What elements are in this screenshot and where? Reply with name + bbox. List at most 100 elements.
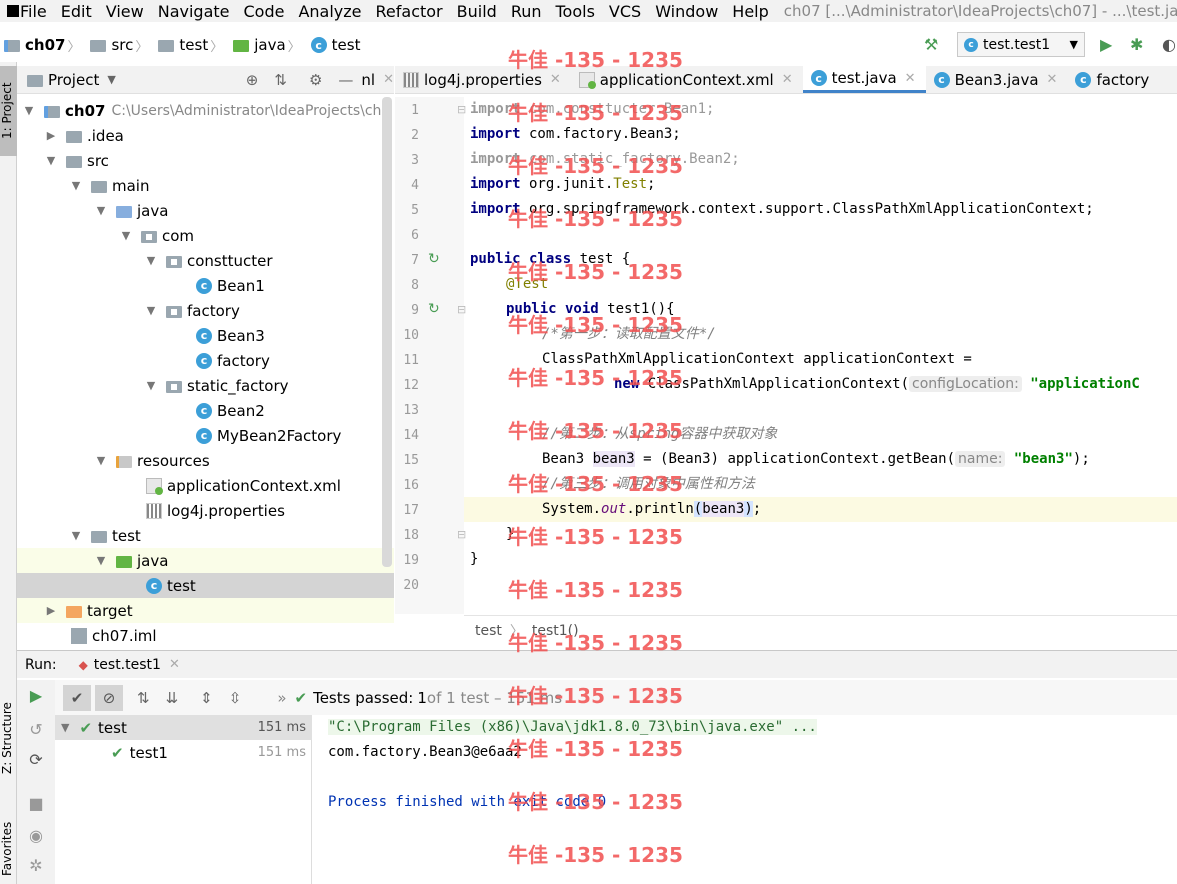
test-suite-row[interactable]: ▼ ✔ test 151 ms: [55, 715, 312, 740]
menu-code[interactable]: Code: [237, 2, 292, 21]
rerun-icon[interactable]: ▶: [25, 686, 47, 705]
stop-icon[interactable]: ■: [25, 794, 47, 813]
tree-node-factory-pkg[interactable]: ▼ factory: [17, 298, 394, 323]
module-folder-icon: [4, 40, 20, 52]
tree-scrollbar[interactable]: [382, 97, 392, 567]
menu-edit[interactable]: Edit: [54, 2, 99, 21]
excluded-folder-icon: [66, 605, 82, 618]
hide-icon[interactable]: —: [338, 71, 353, 89]
menu-file[interactable]: File: [13, 2, 54, 21]
close-icon[interactable]: ✕: [383, 72, 394, 87]
line-number: 6: [411, 228, 419, 243]
tree-node-main-java[interactable]: ▼ java: [17, 198, 394, 223]
folder-icon: [158, 40, 175, 52]
run-test-gutter-icon[interactable]: ↻: [428, 251, 440, 267]
menu-run[interactable]: Run: [504, 2, 549, 21]
editor-gutter[interactable]: 1 2 3 4 5 6 7 8 9 10 11 12 13 14 15 16 1…: [395, 97, 466, 614]
favorites-tool-tab[interactable]: Favorites: [0, 814, 17, 884]
project-view-selector[interactable]: Project: [48, 71, 99, 89]
locate-icon[interactable]: ⊕: [246, 71, 259, 89]
tree-node-mybean2factory[interactable]: c MyBean2Factory: [17, 423, 394, 448]
code-line-2: import com.factory.Bean3;: [470, 126, 681, 142]
more-icon[interactable]: »: [277, 689, 286, 707]
tab-applicationcontext-xml[interactable]: applicationContext.xml ✕: [571, 66, 803, 93]
collapse-all-icon[interactable]: ⇅: [274, 71, 287, 89]
menu-refactor[interactable]: Refactor: [369, 2, 450, 21]
gear-icon[interactable]: ⚙: [309, 71, 322, 89]
settings-icon[interactable]: ✲: [25, 856, 47, 875]
tree-node-test-class[interactable]: c test: [17, 573, 394, 598]
folder-icon: [66, 130, 82, 143]
tree-node-main[interactable]: ▼ main: [17, 173, 394, 198]
expand-all-icon[interactable]: ⇕: [200, 689, 213, 707]
tree-node-bean3[interactable]: c Bean3: [17, 323, 394, 348]
tree-node-static-factory[interactable]: ▼ static_factory: [17, 373, 394, 398]
build-hammer-icon[interactable]: ⚒: [924, 35, 938, 54]
tab-factory[interactable]: c factory: [1067, 66, 1159, 93]
sort-alphabetically-icon[interactable]: ⇅: [137, 689, 150, 707]
project-tool-tab[interactable]: 1: Project: [0, 66, 17, 156]
chevron-right-icon: ▶: [46, 129, 56, 142]
module-folder-icon: [44, 105, 60, 118]
structure-tool-tab[interactable]: Z: Structure: [0, 698, 17, 778]
tree-node-test[interactable]: ▼ test: [17, 523, 394, 548]
rerun-failed-icon[interactable]: ↺: [25, 720, 47, 739]
debug-icon[interactable]: ✱: [1130, 35, 1143, 54]
run-test-gutter-icon[interactable]: ↻: [428, 301, 440, 317]
coverage-icon[interactable]: ◐: [1162, 35, 1176, 54]
tree-node-iml[interactable]: ch07.iml: [17, 623, 394, 645]
tree-node-ch07[interactable]: ▼ ch07 C:\Users\Administrator\IdeaProjects…: [17, 98, 394, 123]
menu-vcs[interactable]: VCS: [602, 2, 648, 21]
crumb-src[interactable]: src 〉: [90, 36, 154, 55]
tree-node-com[interactable]: ▼ com: [17, 223, 394, 248]
run-toolbar: ✔ ⊘ ⇅ ⇊ ⇕ ⇳ » ✔ Tests passed: 1 of 1 tes…: [17, 680, 1177, 715]
close-icon[interactable]: ✕: [905, 71, 916, 86]
menu-navigate[interactable]: Navigate: [151, 2, 237, 21]
close-icon[interactable]: ✕: [782, 72, 793, 87]
tab-test-java[interactable]: c test.java ✕: [802, 66, 926, 93]
tree-node-factory-class[interactable]: c factory: [17, 348, 394, 373]
tab-log4j-properties[interactable]: log4j.properties ✕: [395, 66, 571, 93]
crumb-java[interactable]: java 〉: [233, 36, 306, 55]
show-ignored-icon[interactable]: ⊘: [95, 684, 123, 711]
sort-by-duration-icon[interactable]: ⇊: [166, 689, 179, 707]
code-editor[interactable]: import com.consttucter.Bean1; import com…: [464, 97, 1177, 614]
tree-node-log4j[interactable]: log4j.properties: [17, 498, 394, 523]
crumb-method[interactable]: test1(): [532, 623, 579, 639]
run-tab-test-test1[interactable]: test.test1: [94, 657, 161, 673]
camera-icon[interactable]: ◉: [25, 826, 47, 845]
tree-node-bean2[interactable]: c Bean2: [17, 398, 394, 423]
close-icon[interactable]: ✕: [169, 657, 180, 672]
menu-help[interactable]: Help: [725, 2, 775, 21]
tree-node-src[interactable]: ▼ src: [17, 148, 394, 173]
crumb-test-class[interactable]: c test: [310, 36, 360, 54]
menu-tools[interactable]: Tools: [549, 2, 602, 21]
show-passed-icon[interactable]: ✔: [63, 684, 91, 711]
toggle-auto-test-icon[interactable]: ⟳: [25, 750, 47, 769]
tab-bean3-java[interactable]: c Bean3.java ✕: [926, 66, 1068, 93]
tree-node-consttucter[interactable]: ▼ consttucter: [17, 248, 394, 273]
properties-file-icon: [403, 71, 419, 88]
close-icon[interactable]: ✕: [550, 72, 561, 87]
menu-window[interactable]: Window: [648, 2, 725, 21]
crumb-class[interactable]: test: [475, 623, 502, 639]
tree-node-applicationcontext-xml[interactable]: applicationContext.xml: [17, 473, 394, 498]
tree-node-bean1[interactable]: c Bean1: [17, 273, 394, 298]
menu-view[interactable]: View: [99, 2, 151, 21]
test-case-row[interactable]: ✔ test1 151 ms: [55, 740, 312, 765]
chevron-down-icon[interactable]: ▼: [107, 73, 115, 86]
run-icon[interactable]: ▶: [1100, 35, 1112, 54]
crumb-test[interactable]: test 〉: [158, 36, 229, 55]
run-config-selector[interactable]: c test.test1 ▼: [957, 32, 1085, 57]
close-icon[interactable]: ✕: [1047, 72, 1058, 87]
collapse-all-icon[interactable]: ⇳: [229, 689, 242, 707]
tree-node-test-java[interactable]: ▼ java: [17, 548, 394, 573]
class-icon: c: [933, 71, 950, 88]
console-output[interactable]: "C:\Program Files (x86)\Java\jdk1.8.0_73…: [313, 715, 1177, 884]
menu-build[interactable]: Build: [450, 2, 504, 21]
tree-node-resources[interactable]: ▼ resources: [17, 448, 394, 473]
menu-analyze[interactable]: Analyze: [291, 2, 368, 21]
tree-node-target[interactable]: ▶ target: [17, 598, 394, 623]
crumb-ch07[interactable]: ch07 〉: [4, 36, 86, 55]
tree-node-idea[interactable]: ▶ .idea: [17, 123, 394, 148]
